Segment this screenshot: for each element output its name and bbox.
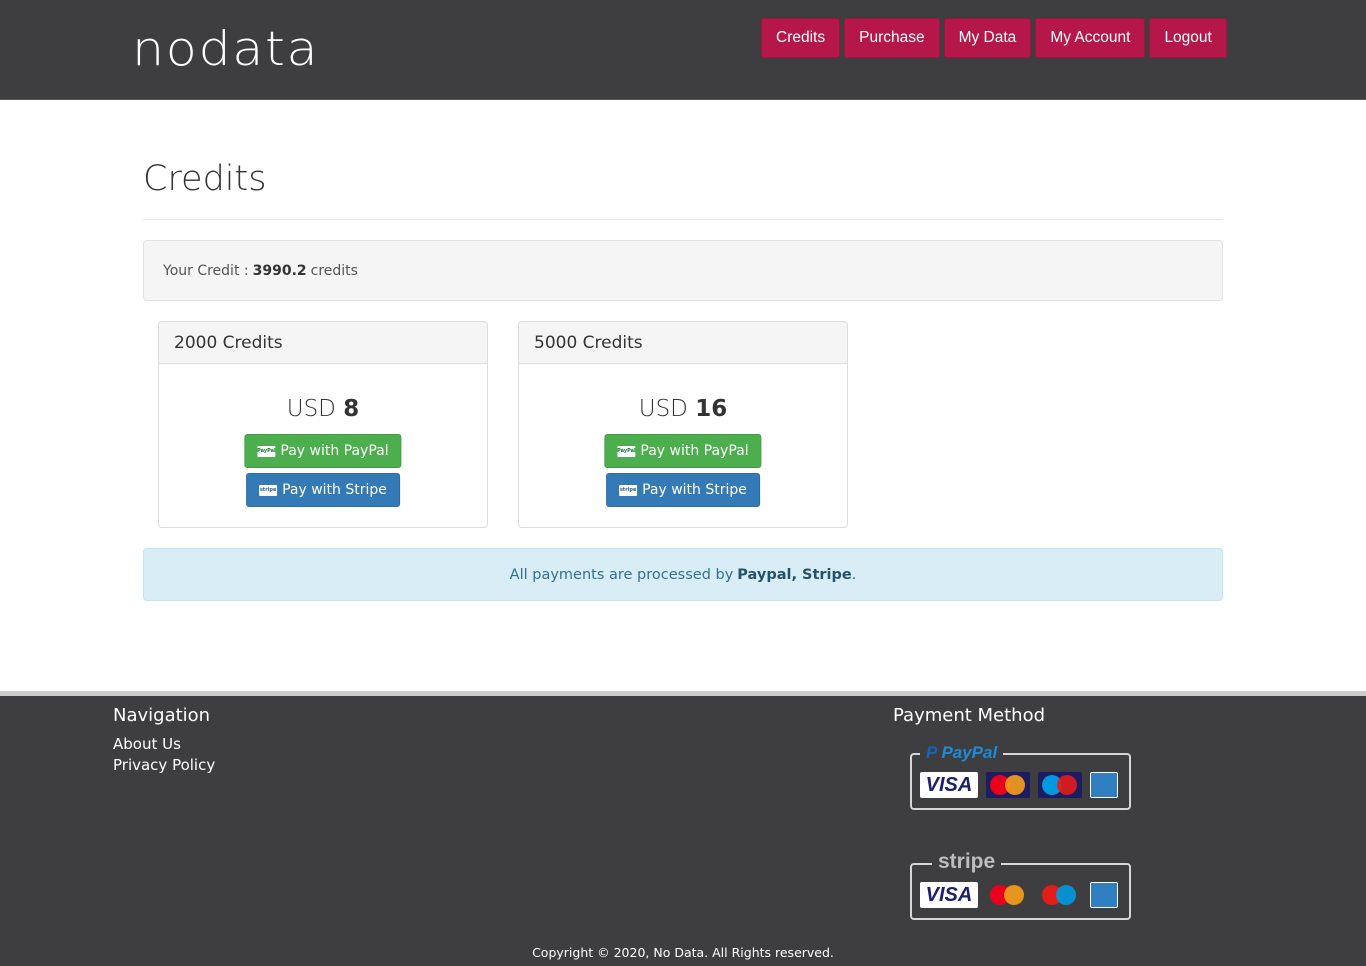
stripe-accepted-cards: stripe VISA — [910, 850, 1131, 920]
payment-processor-notice: All payments are processed by Paypal, St… — [143, 548, 1223, 601]
stripe-card-logos: VISA — [920, 882, 1118, 908]
site-footer — [0, 691, 1366, 966]
mastercard-icon — [986, 882, 1030, 908]
stripe-button-label: Pay with Stripe — [642, 482, 747, 498]
notice-text: All payments are processed by — [509, 566, 734, 583]
nav-logout-button[interactable]: Logout — [1149, 18, 1227, 58]
main-nav: Credits Purchase My Data My Account Logo… — [761, 18, 1227, 58]
copyright-notice: Copyright © 2020, No Data. All Rights re… — [532, 945, 834, 960]
notice-suffix: . — [851, 566, 857, 583]
nav-purchase-button[interactable]: Purchase — [844, 18, 940, 58]
nav-my-data-button[interactable]: My Data — [943, 18, 1032, 58]
footer-link-privacy-policy[interactable]: Privacy Policy — [113, 756, 215, 774]
pay-with-paypal-button[interactable]: PayPal Pay with PayPal — [604, 434, 762, 468]
nav-my-account-button[interactable]: My Account — [1035, 18, 1146, 58]
title-divider — [143, 219, 1223, 220]
price-amount: 8 — [343, 396, 360, 422]
stripe-button-label: Pay with Stripe — [282, 482, 387, 498]
paypal-logo: P PayPal — [920, 743, 1004, 763]
package-price: USD 16 — [519, 396, 847, 422]
visa-icon: VISA — [920, 882, 978, 908]
footer-payment-heading: Payment Method — [893, 705, 1046, 726]
paypal-card-logos: VISA — [920, 772, 1118, 798]
price-currency: USD — [638, 396, 688, 422]
mastercard-icon — [986, 772, 1030, 798]
nav-credits-button[interactable]: Credits — [761, 18, 841, 58]
amex-icon — [1090, 772, 1118, 798]
package-heading: 2000 Credits — [159, 322, 487, 364]
footer-navigation-heading: Navigation — [113, 705, 211, 726]
credit-value: 3990.2 — [252, 262, 307, 279]
credit-label: Your Credit : — [163, 262, 249, 279]
package-panel-2000: 2000 Credits USD 8 PayPal Pay with PayPa… — [158, 321, 488, 528]
notice-processors: Paypal, Stripe — [737, 566, 852, 583]
pay-with-stripe-button[interactable]: stripe Pay with Stripe — [246, 473, 400, 507]
maestro-icon — [1038, 882, 1082, 908]
maestro-icon — [1038, 772, 1082, 798]
credit-unit: credits — [310, 262, 358, 279]
site-logo[interactable]: nodata — [132, 22, 319, 78]
pay-with-stripe-button[interactable]: stripe Pay with Stripe — [606, 473, 760, 507]
stripe-icon: stripe — [259, 484, 278, 496]
stripe-logo: stripe — [932, 850, 1002, 874]
site-header: nodata Credits Purchase My Data My Accou… — [0, 0, 1366, 100]
paypal-accepted-cards: P PayPal VISA — [910, 743, 1131, 810]
paypal-icon: PayPal — [617, 445, 636, 457]
stripe-icon: stripe — [619, 484, 638, 496]
paypal-icon: PayPal — [257, 445, 276, 457]
package-heading: 5000 Credits — [519, 322, 847, 364]
amex-icon — [1090, 882, 1118, 908]
paypal-p-icon: P — [926, 743, 942, 762]
pay-with-paypal-button[interactable]: PayPal Pay with PayPal — [244, 434, 402, 468]
page-title: Credits — [143, 159, 267, 199]
price-amount: 16 — [695, 396, 728, 422]
package-price: USD 8 — [159, 396, 487, 422]
paypal-button-label: Pay with PayPal — [280, 443, 389, 459]
footer-link-about-us[interactable]: About Us — [113, 735, 181, 753]
price-currency: USD — [286, 396, 336, 422]
package-panel-5000: 5000 Credits USD 16 PayPal Pay with PayP… — [518, 321, 848, 528]
visa-icon: VISA — [920, 772, 978, 798]
credit-balance: Your Credit : 3990.2 credits — [143, 240, 1223, 301]
paypal-button-label: Pay with PayPal — [640, 443, 749, 459]
